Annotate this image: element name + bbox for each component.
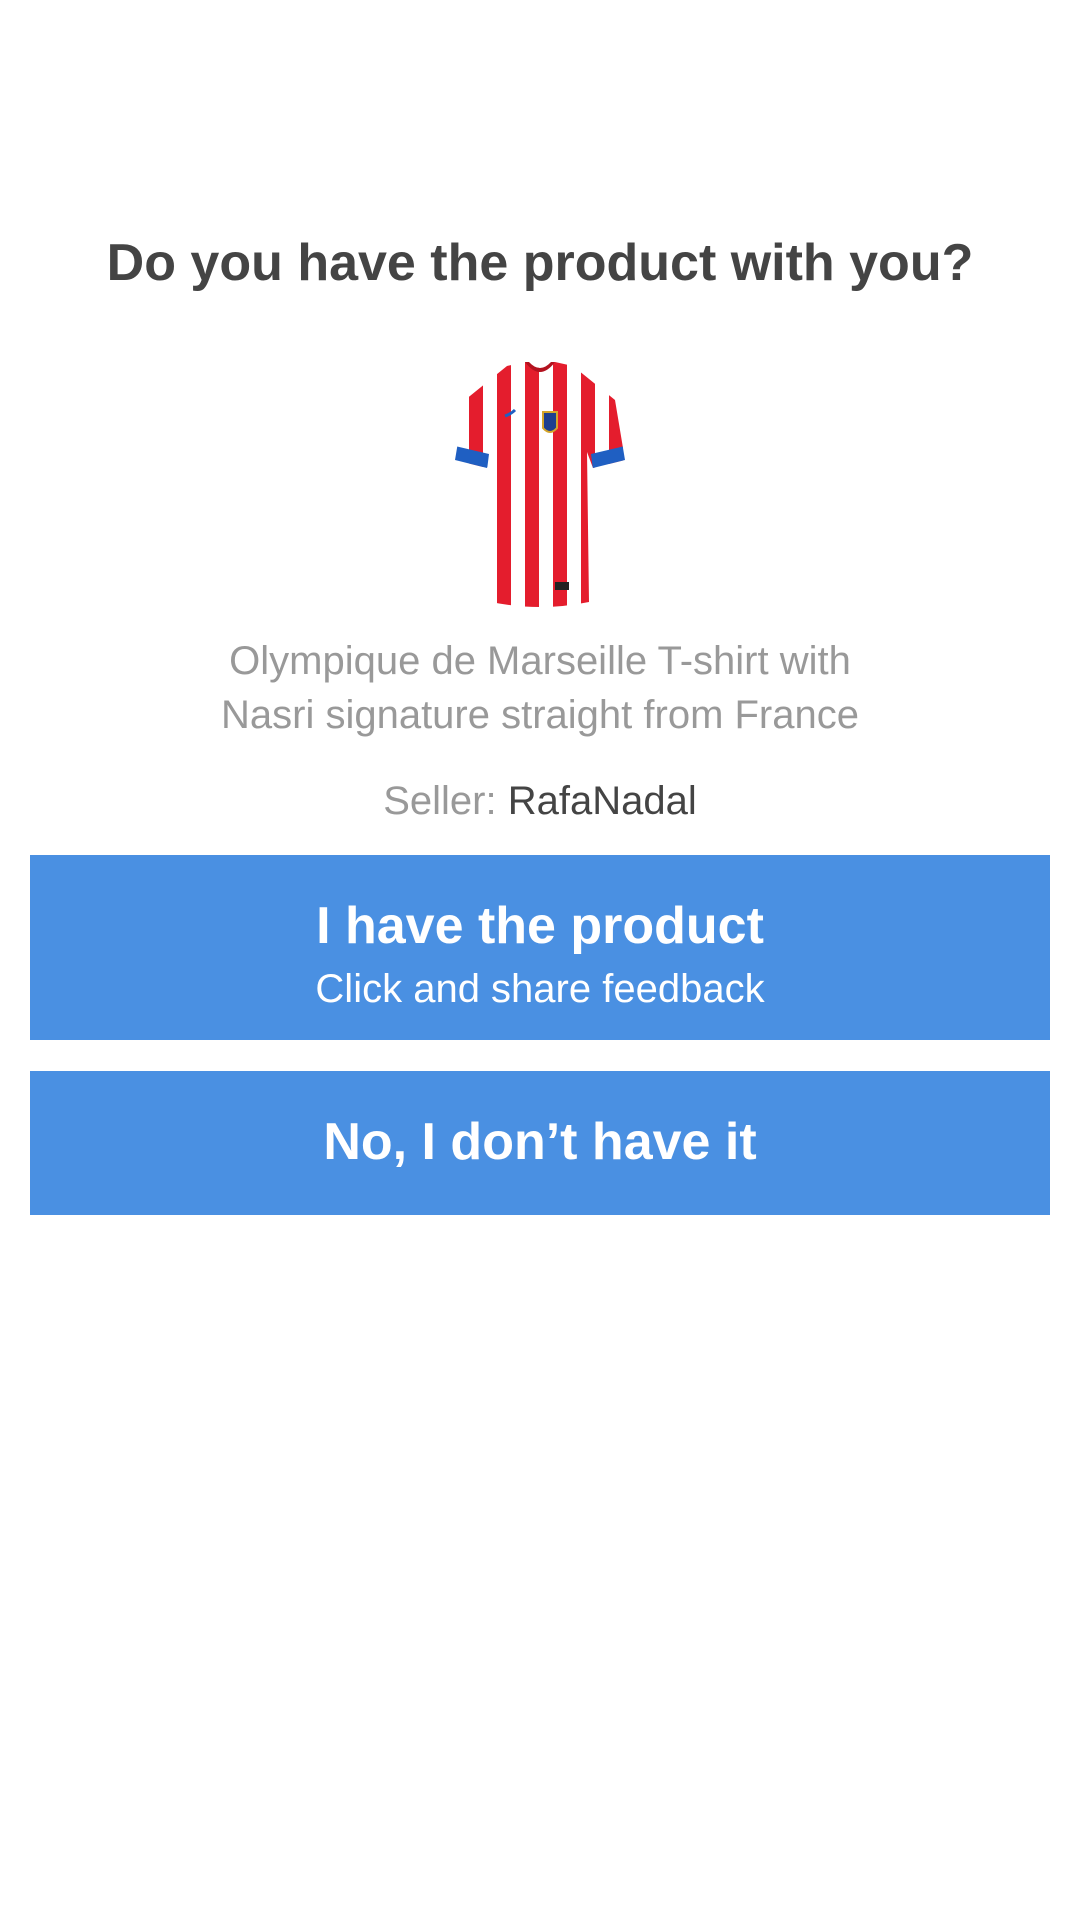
have-product-button-sublabel: Click and share feedback	[315, 967, 765, 1011]
product-description-line-1: Olympique de Marseille T-shirt with	[229, 639, 851, 683]
dont-have-product-button-label: No, I don’t have it	[323, 1113, 757, 1171]
seller-info: Seller: RafaNadal	[0, 774, 1080, 828]
have-product-button[interactable]: I have the product Click and share feedb…	[30, 855, 1050, 1040]
product-description-line-2: Nasri signature straight from France	[220, 693, 859, 737]
product-check-screen: Do you have the product with you? Olympi…	[0, 0, 1080, 1920]
product-image	[455, 360, 625, 610]
product-description: Olympique de Marseille T-shirt with Nasr…	[190, 634, 890, 742]
have-product-button-label: I have the product	[316, 897, 764, 955]
jersey-icon	[455, 362, 625, 607]
page-title: Do you have the product with you?	[106, 234, 974, 292]
seller-label: Seller:	[383, 779, 497, 823]
seller-name: RafaNadal	[507, 779, 697, 823]
dont-have-product-button[interactable]: No, I don’t have it	[30, 1071, 1050, 1215]
